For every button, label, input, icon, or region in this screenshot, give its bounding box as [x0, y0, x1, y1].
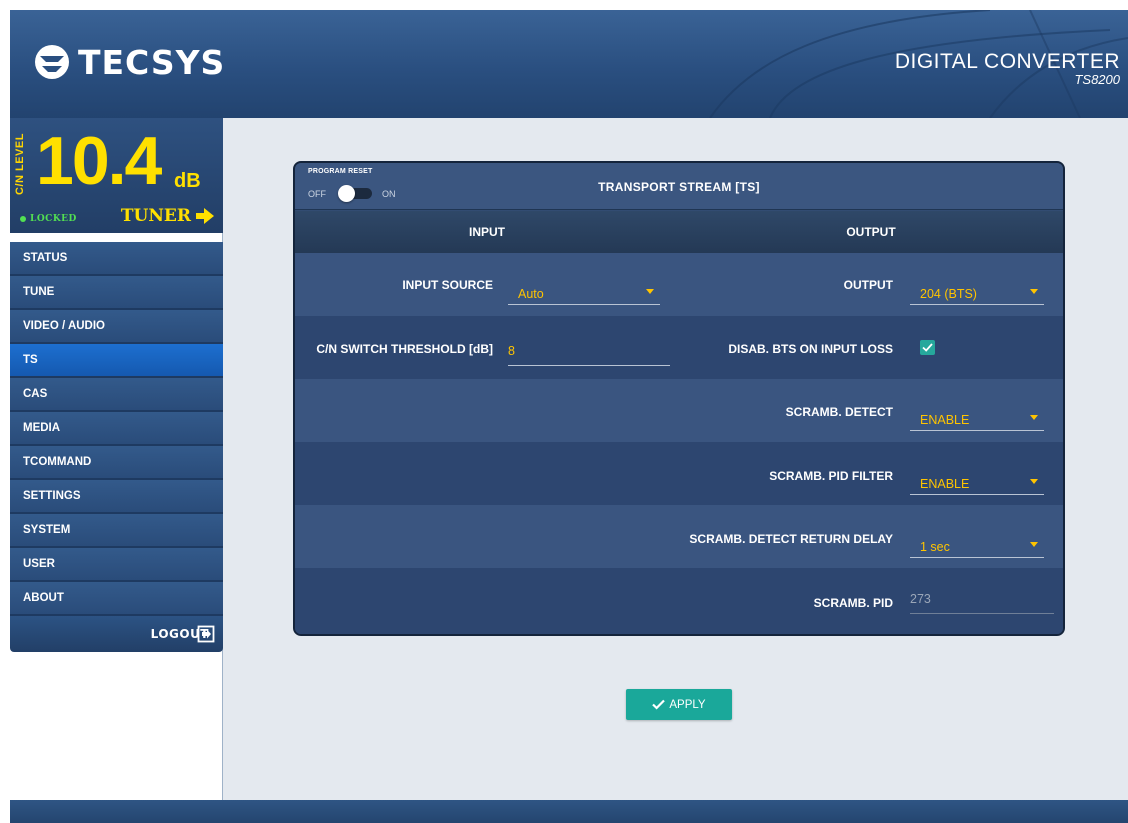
sidebar-item-tune[interactable]: TUNE: [10, 276, 223, 310]
panel-title: TRANSPORT STREAM [TS]: [598, 180, 760, 194]
sidebar-item-about[interactable]: ABOUT: [10, 582, 223, 616]
lock-status: LOCKED: [20, 214, 77, 224]
sidebar-item-user[interactable]: USER: [10, 548, 223, 582]
cn-level-value: 10.4: [36, 123, 162, 199]
footer-bar: [10, 800, 1128, 823]
apply-button-label: APPLY: [669, 698, 706, 711]
settings-row: C/N SWITCH THRESHOLD [dB] 8 DISAB. BTS O…: [295, 316, 1063, 379]
scramb-pid-input[interactable]: 273: [910, 584, 1054, 614]
output-label: OUTPUT: [843, 278, 893, 292]
scramb-pid-filter-label: SCRAMB. PID FILTER: [769, 469, 893, 483]
disab-bts-label: DISAB. BTS ON INPUT LOSS: [728, 342, 893, 356]
tuner-link[interactable]: TUNER: [121, 206, 215, 226]
sidebar: C/N LEVEL 10.4 dB LOCKED TUNER STATUS TUN…: [10, 118, 223, 823]
input-source-select[interactable]: Auto: [508, 275, 660, 305]
product-model: TS8200: [1074, 72, 1120, 87]
settings-row: SCRAMB. PID 273: [295, 568, 1063, 634]
input-source-label: INPUT SOURCE: [402, 278, 493, 292]
apply-button[interactable]: APPLY: [626, 689, 732, 720]
sidebar-item-media[interactable]: MEDIA: [10, 412, 223, 446]
scramb-detect-value: ENABLE: [920, 413, 970, 427]
tecsys-logo: TECSYS: [32, 40, 225, 84]
sidebar-item-status[interactable]: STATUS: [10, 242, 223, 276]
input-source-value: Auto: [518, 287, 544, 301]
logout-label: LOGOUT: [150, 627, 209, 641]
output-value: 204 (BTS): [920, 287, 977, 301]
logout-button[interactable]: LOGOUT: [10, 616, 223, 652]
scramb-detect-select[interactable]: ENABLE: [910, 401, 1044, 431]
scramb-pid-label: SCRAMB. PID: [813, 596, 893, 610]
sidebar-menu: STATUS TUNE VIDEO / AUDIO TS CAS MEDIA TCOMMAN…: [10, 242, 223, 652]
chevron-down-icon: [1030, 479, 1038, 484]
scramb-pid-value: 273: [910, 592, 931, 606]
cn-level-unit: dB: [174, 170, 201, 192]
sidebar-item-cas[interactable]: CAS: [10, 378, 223, 412]
cn-level-label: C/N LEVEL: [14, 133, 26, 195]
cn-threshold-value: 8: [508, 344, 515, 358]
sidebar-item-system[interactable]: SYSTEM: [10, 514, 223, 548]
header: TECSYS DIGITAL CONVERTER TS8200: [10, 10, 1128, 118]
settings-row: SCRAMB. PID FILTER ENABLE: [295, 442, 1063, 505]
settings-row: SCRAMB. DETECT RETURN DELAY 1 sec: [295, 505, 1063, 568]
arrow-right-icon: [196, 208, 214, 224]
input-column-header: INPUT: [295, 211, 679, 253]
cn-threshold-input[interactable]: 8: [508, 336, 670, 366]
checkmark-icon: [922, 343, 933, 352]
sidebar-item-settings[interactable]: SETTINGS: [10, 480, 223, 514]
chevron-down-icon: [646, 289, 654, 294]
chevron-down-icon: [1030, 542, 1038, 547]
lock-status-dot-icon: [20, 216, 26, 222]
sidebar-item-ts[interactable]: TS: [10, 344, 223, 378]
ts-settings-panel: PROGRAM RESET OFF ON TRANSPORT STREAM [T…: [293, 161, 1065, 636]
checkmark-icon: [652, 699, 666, 710]
scramb-return-delay-label: SCRAMB. DETECT RETURN DELAY: [689, 532, 893, 546]
scramb-return-delay-select[interactable]: 1 sec: [910, 528, 1044, 558]
sidebar-item-video-audio[interactable]: VIDEO / AUDIO: [10, 310, 223, 344]
chevron-down-icon: [1030, 415, 1038, 420]
cn-level-panel: C/N LEVEL 10.4 dB LOCKED TUNER: [10, 118, 223, 233]
sidebar-item-tcommand[interactable]: TCOMMAND: [10, 446, 223, 480]
logo-text: TECSYS: [78, 42, 226, 82]
tuner-label: TUNER: [120, 206, 191, 226]
program-reset-label: PROGRAM RESET: [308, 168, 373, 175]
tecsys-logo-icon: [35, 45, 69, 79]
product-name: DIGITAL CONVERTER: [894, 50, 1120, 73]
scramb-return-delay-value: 1 sec: [920, 540, 950, 554]
scramb-pid-filter-value: ENABLE: [920, 477, 970, 491]
scramb-detect-label: SCRAMB. DETECT: [785, 405, 893, 419]
disab-bts-checkbox[interactable]: [920, 340, 935, 355]
scramb-pid-filter-select[interactable]: ENABLE: [910, 465, 1044, 495]
settings-row: SCRAMB. DETECT ENABLE: [295, 379, 1063, 442]
output-column-header: OUTPUT: [679, 211, 1063, 253]
panel-header: PROGRAM RESET OFF ON TRANSPORT STREAM [T…: [295, 163, 1063, 210]
output-select[interactable]: 204 (BTS): [910, 275, 1044, 305]
cn-threshold-label: C/N SWITCH THRESHOLD [dB]: [316, 342, 493, 356]
lock-status-text: LOCKED: [30, 214, 77, 224]
settings-row: INPUT SOURCE Auto OUTPUT 204 (BTS): [295, 253, 1063, 316]
product-title: DIGITAL CONVERTER TS8200: [895, 50, 1120, 87]
chevron-down-icon: [1030, 289, 1038, 294]
app-window: TECSYS DIGITAL CONVERTER TS8200 C/N LEVE…: [10, 10, 1128, 823]
